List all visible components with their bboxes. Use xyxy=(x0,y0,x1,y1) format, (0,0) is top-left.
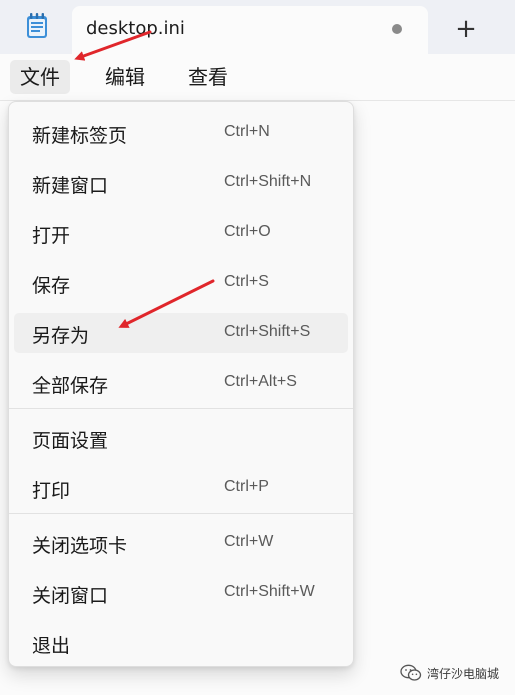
menu-item-label: 退出 xyxy=(32,635,71,657)
menu-item-label: 保存 xyxy=(32,275,71,297)
menu-item-save[interactable]: 保存 Ctrl+S xyxy=(14,263,348,303)
menu-item-shortcut: Ctrl+Shift+N xyxy=(224,173,312,190)
menu-item-label: 新建标签页 xyxy=(32,125,128,147)
menu-item-label: 另存为 xyxy=(32,325,90,347)
menu-item-exit[interactable]: 退出 xyxy=(14,623,348,663)
menu-item-shortcut: Ctrl+Shift+S xyxy=(224,323,311,340)
menu-view[interactable]: 查看 xyxy=(178,60,238,94)
menu-item-new-tab[interactable]: 新建标签页 Ctrl+N xyxy=(14,113,348,153)
menu-item-shortcut: Ctrl+O xyxy=(224,223,271,240)
menu-item-shortcut: Ctrl+P xyxy=(224,478,269,495)
tab-title: desktop.ini xyxy=(86,18,185,39)
tab-desktop-ini[interactable]: desktop.ini xyxy=(72,6,428,54)
menu-item-shortcut: Ctrl+Alt+S xyxy=(224,373,297,390)
menu-item-close-tab[interactable]: 关闭选项卡 Ctrl+W xyxy=(14,523,348,563)
menu-item-print[interactable]: 打印 Ctrl+P xyxy=(14,468,348,508)
menu-item-label: 新建窗口 xyxy=(32,175,109,197)
menu-item-save-as[interactable]: 另存为 Ctrl+Shift+S xyxy=(14,313,348,353)
wechat-icon xyxy=(400,664,422,681)
menu-item-label: 打印 xyxy=(32,480,71,502)
menu-item-save-all[interactable]: 全部保存 Ctrl+Alt+S xyxy=(14,363,348,403)
menu-item-new-window[interactable]: 新建窗口 Ctrl+Shift+N xyxy=(14,163,348,203)
menu-item-page-setup[interactable]: 页面设置 xyxy=(14,418,348,458)
file-menu-dropdown: 新建标签页 Ctrl+N 新建窗口 Ctrl+Shift+N 打开 Ctrl+O… xyxy=(8,101,354,667)
unsaved-dot-icon[interactable] xyxy=(392,24,402,34)
menu-item-label: 关闭选项卡 xyxy=(32,535,128,557)
menu-item-label: 打开 xyxy=(32,225,71,247)
tab-strip: desktop.ini + xyxy=(0,0,515,54)
menu-file[interactable]: 文件 xyxy=(10,60,70,94)
menu-edit[interactable]: 编辑 xyxy=(95,60,155,94)
notepad-icon xyxy=(26,13,48,39)
menu-item-shortcut: Ctrl+W xyxy=(224,533,274,550)
menu-item-label: 关闭窗口 xyxy=(32,585,109,607)
watermark: 湾仔沙电脑城 xyxy=(400,662,499,684)
plus-icon: + xyxy=(455,14,477,44)
watermark-text: 湾仔沙电脑城 xyxy=(427,666,500,681)
menu-separator xyxy=(9,513,353,514)
menu-item-shortcut: Ctrl+Shift+W xyxy=(224,583,315,600)
menu-item-shortcut: Ctrl+S xyxy=(224,273,269,290)
menu-item-label: 页面设置 xyxy=(32,430,109,452)
menu-item-label: 全部保存 xyxy=(32,375,109,397)
menu-separator xyxy=(9,408,353,409)
menu-item-open[interactable]: 打开 Ctrl+O xyxy=(14,213,348,253)
menu-bar: 文件 编辑 查看 xyxy=(0,54,515,100)
menu-item-close-window[interactable]: 关闭窗口 Ctrl+Shift+W xyxy=(14,573,348,613)
new-tab-button[interactable]: + xyxy=(444,10,488,48)
menu-item-shortcut: Ctrl+N xyxy=(224,123,270,140)
